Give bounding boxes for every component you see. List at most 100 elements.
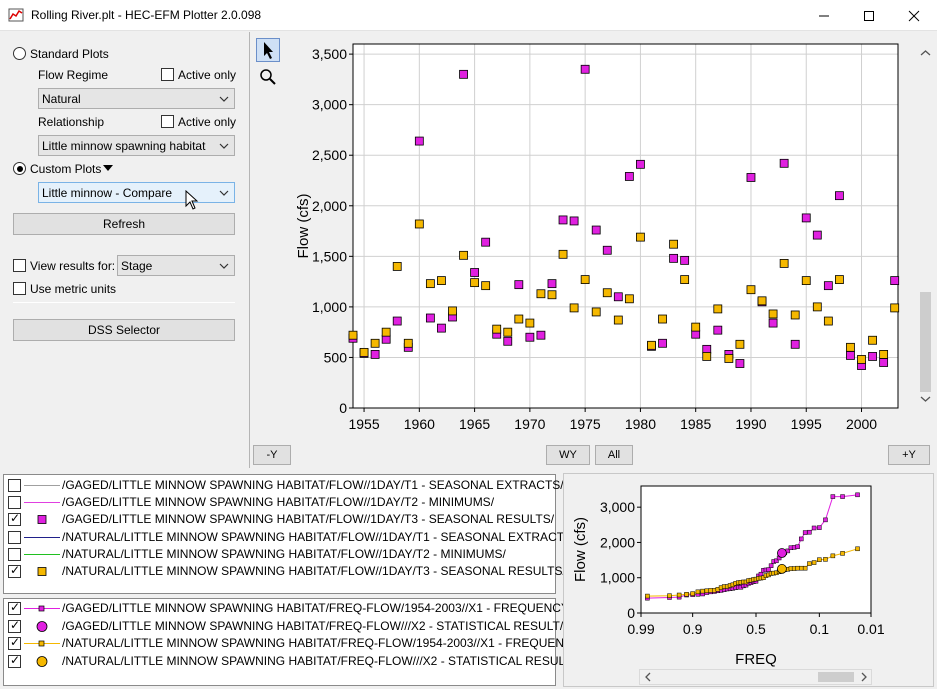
data-point[interactable]: [536, 289, 546, 299]
data-point[interactable]: [879, 350, 889, 359]
data-point[interactable]: [481, 237, 491, 247]
data-point[interactable]: [514, 314, 524, 324]
data-point[interactable]: [348, 330, 358, 340]
view-results-select[interactable]: Stage: [117, 255, 235, 276]
view-results-checkbox[interactable]: [13, 259, 26, 272]
data-point[interactable]: [569, 216, 579, 226]
frequency-chart[interactable]: 0 1,000 2,000 3,000 0.99 0.9 0.5 0.1 0.01 Flow (c…: [564, 474, 935, 688]
flow-time-series-chart[interactable]: 0 500 1,000 1,500 2,000 2,500 3,000 3,500 1955 19…: [285, 40, 915, 470]
data-point[interactable]: [591, 225, 601, 235]
data-point[interactable]: [868, 352, 877, 361]
data-point[interactable]: [746, 285, 756, 295]
data-point[interactable]: [801, 213, 811, 223]
statistical-result-point[interactable]: [777, 564, 787, 574]
data-point[interactable]: [790, 310, 800, 320]
vertical-scrollbar[interactable]: [917, 44, 934, 408]
data-point[interactable]: [558, 249, 568, 259]
data-point[interactable]: [558, 215, 568, 225]
data-point[interactable]: [591, 307, 601, 317]
data-point[interactable]: [890, 276, 900, 286]
data-point[interactable]: [470, 268, 480, 277]
data-point[interactable]: [735, 359, 745, 368]
data-point[interactable]: [381, 327, 391, 337]
custom-plot-select[interactable]: Little minnow - Compare: [38, 182, 235, 203]
data-point[interactable]: [569, 303, 579, 313]
data-point[interactable]: [503, 336, 513, 346]
data-point[interactable]: [846, 351, 855, 360]
data-point[interactable]: [768, 309, 778, 319]
data-point[interactable]: [768, 318, 778, 328]
data-point[interactable]: [658, 338, 667, 348]
data-point[interactable]: [392, 316, 402, 326]
data-point[interactable]: [790, 339, 800, 349]
legend-checkbox[interactable]: [8, 496, 21, 510]
data-point[interactable]: [370, 350, 380, 359]
data-point[interactable]: [624, 294, 634, 304]
data-point[interactable]: [580, 64, 590, 74]
data-point[interactable]: [392, 262, 402, 271]
minus-y-button[interactable]: -Y: [253, 445, 291, 465]
data-point[interactable]: [647, 340, 656, 350]
legend-checkbox[interactable]: [8, 511, 21, 527]
relationship-active-only-checkbox[interactable]: [161, 115, 174, 128]
data-point[interactable]: [470, 278, 480, 288]
data-point[interactable]: [835, 191, 844, 201]
data-point[interactable]: [879, 358, 889, 367]
data-point[interactable]: [669, 253, 678, 263]
data-point[interactable]: [425, 313, 435, 323]
data-point[interactable]: [812, 230, 822, 240]
data-point[interactable]: [624, 172, 634, 181]
data-point[interactable]: [613, 292, 623, 302]
minimize-button[interactable]: [801, 0, 847, 31]
data-point[interactable]: [669, 239, 678, 249]
data-point[interactable]: [414, 136, 424, 146]
data-point[interactable]: [658, 314, 667, 324]
data-point[interactable]: [636, 232, 645, 242]
custom-plots-radio[interactable]: [13, 162, 26, 175]
data-point[interactable]: [713, 304, 723, 314]
data-point[interactable]: [547, 279, 557, 289]
data-point[interactable]: [746, 173, 756, 182]
data-point[interactable]: [547, 290, 557, 300]
plus-y-button[interactable]: +Y: [888, 445, 930, 465]
data-point[interactable]: [735, 339, 745, 349]
data-point[interactable]: [868, 335, 877, 345]
data-point[interactable]: [812, 302, 822, 312]
metric-units-checkbox[interactable]: [13, 282, 26, 295]
data-point[interactable]: [835, 275, 844, 284]
data-point[interactable]: [437, 276, 446, 286]
data-point[interactable]: [525, 318, 535, 328]
legend-checkbox[interactable]: [8, 618, 21, 633]
data-point[interactable]: [448, 306, 457, 316]
legend-checkbox[interactable]: [8, 530, 21, 544]
zoom-tool[interactable]: [256, 65, 280, 89]
data-point[interactable]: [437, 323, 446, 333]
flow-regime-select[interactable]: Natural: [38, 88, 235, 109]
data-point[interactable]: [602, 245, 612, 255]
data-point[interactable]: [414, 219, 424, 229]
data-point[interactable]: [514, 280, 524, 290]
legend-checkbox[interactable]: [8, 563, 21, 578]
data-point[interactable]: [680, 255, 690, 265]
horizontal-scrollbar[interactable]: [639, 669, 872, 685]
close-button[interactable]: [891, 0, 937, 31]
data-point[interactable]: [779, 158, 789, 168]
dss-selector-button[interactable]: DSS Selector: [13, 319, 235, 341]
data-point[interactable]: [459, 250, 468, 260]
data-point[interactable]: [691, 322, 701, 332]
data-point[interactable]: [823, 281, 833, 291]
data-point[interactable]: [403, 338, 413, 348]
data-point[interactable]: [613, 315, 623, 325]
data-point[interactable]: [779, 259, 789, 268]
legend-checkbox[interactable]: [8, 600, 21, 615]
data-point[interactable]: [602, 288, 612, 298]
legend-checkbox[interactable]: [8, 653, 21, 668]
legend-checkbox[interactable]: [8, 479, 21, 492]
data-point[interactable]: [359, 347, 369, 357]
statistical-result-point[interactable]: [777, 548, 787, 558]
data-point[interactable]: [757, 296, 767, 306]
maximize-button[interactable]: [846, 0, 892, 31]
data-point[interactable]: [713, 325, 723, 335]
flow-regime-active-only-checkbox[interactable]: [161, 68, 174, 81]
custom-plots-menu-icon[interactable]: [102, 164, 114, 172]
